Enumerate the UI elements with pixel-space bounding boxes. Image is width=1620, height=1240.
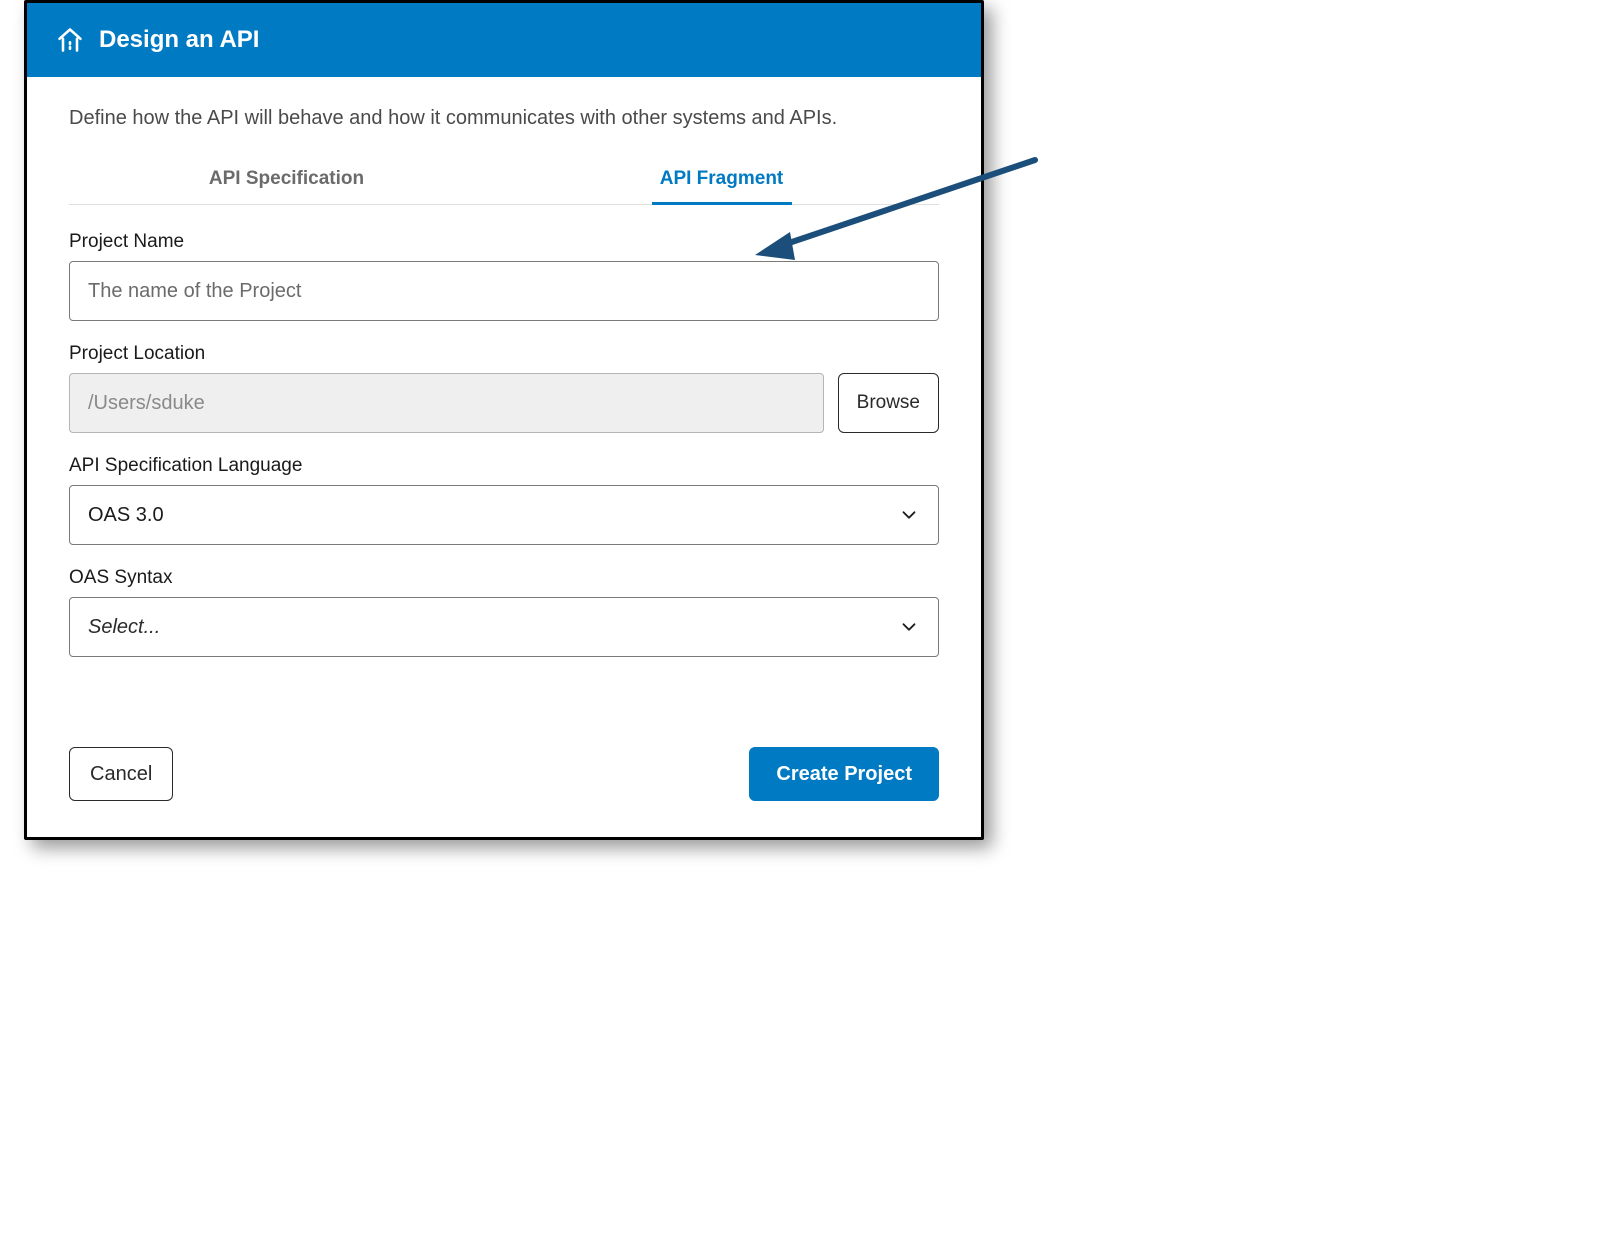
dialog-description: Define how the API will behave and how i… [69,107,939,130]
chevron-down-icon [898,616,920,638]
api-home-icon [55,25,85,55]
create-project-button[interactable]: Create Project [749,747,939,801]
field-oas-syntax: OAS Syntax Select... [69,567,939,657]
dialog-body: Define how the API will behave and how i… [27,77,981,837]
project-location-label: Project Location [69,343,939,365]
dialog-header: Design an API [27,3,981,77]
design-api-dialog: Design an API Define how the API will be… [24,0,984,840]
oas-syntax-label: OAS Syntax [69,567,939,589]
tab-label: API Specification [209,168,364,189]
dialog-footer: Cancel Create Project [69,747,939,807]
tabs: API Specification API Fragment [69,158,939,205]
cancel-button[interactable]: Cancel [69,747,173,801]
oas-syntax-placeholder: Select... [88,616,160,639]
project-name-input[interactable] [69,261,939,321]
field-project-location: Project Location Browse [69,343,939,433]
spec-language-value: OAS 3.0 [88,504,164,527]
field-project-name: Project Name [69,231,939,321]
spec-language-select[interactable]: OAS 3.0 [69,485,939,545]
tab-active-underline [652,202,792,205]
oas-syntax-select[interactable]: Select... [69,597,939,657]
tab-label: API Fragment [660,168,784,189]
dialog-title: Design an API [99,26,259,54]
spec-language-label: API Specification Language [69,455,939,477]
project-name-label: Project Name [69,231,939,253]
field-spec-language: API Specification Language OAS 3.0 [69,455,939,545]
browse-button[interactable]: Browse [838,373,939,433]
tab-api-specification[interactable]: API Specification [69,158,504,204]
project-location-input[interactable] [69,373,824,433]
chevron-down-icon [898,504,920,526]
tab-api-fragment[interactable]: API Fragment [504,158,939,204]
